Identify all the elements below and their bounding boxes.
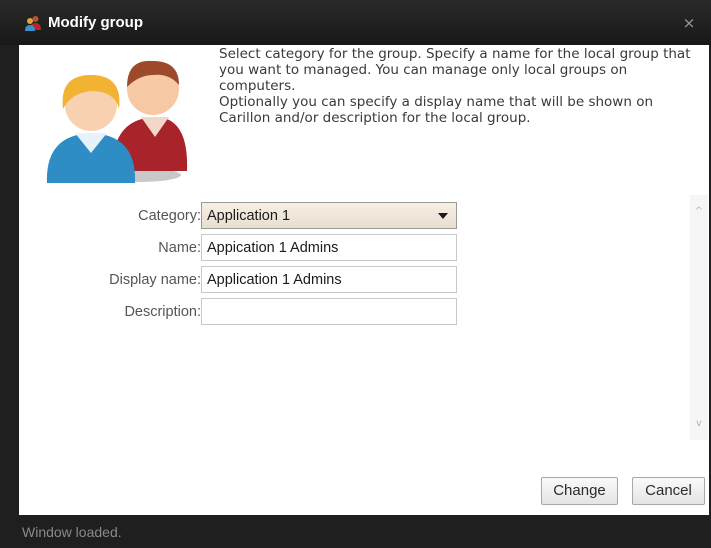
status-text: Window loaded. bbox=[22, 524, 122, 540]
scroll-up-icon[interactable]: ^ bbox=[690, 203, 708, 221]
status-bar: Window loaded. bbox=[0, 515, 711, 548]
description-label: Description: bbox=[124, 304, 201, 320]
description-row: Description: bbox=[19, 298, 479, 326]
name-row: Name: Appication 1 Admins bbox=[19, 234, 479, 262]
users-icon bbox=[25, 16, 41, 31]
name-label: Name: bbox=[158, 240, 201, 256]
name-field[interactable]: Appication 1 Admins bbox=[201, 234, 457, 261]
instructions-text: Select category for the group. Specify a… bbox=[219, 46, 707, 126]
display-name-label: Display name: bbox=[109, 272, 201, 288]
category-select[interactable]: Application 1 bbox=[201, 202, 457, 229]
cancel-button[interactable]: Cancel bbox=[632, 477, 705, 505]
group-users-icon bbox=[46, 60, 188, 183]
category-row: Category: Application 1 bbox=[19, 202, 479, 230]
display-name-row: Display name: Application 1 Admins bbox=[19, 266, 479, 294]
instructions-paragraph-2: Optionally you can specify a display nam… bbox=[219, 94, 654, 126]
change-button[interactable]: Change bbox=[541, 477, 618, 505]
category-label: Category: bbox=[138, 208, 201, 224]
dialog-body: Select category for the group. Specify a… bbox=[19, 45, 709, 515]
window-title: Modify group bbox=[48, 14, 143, 31]
modify-group-window: Modify group × Select category for the g… bbox=[0, 0, 711, 548]
instructions-paragraph-1: Select category for the group. Specify a… bbox=[219, 46, 691, 94]
vertical-scrollbar[interactable]: ^ v bbox=[690, 195, 708, 440]
title-bar[interactable]: Modify group × bbox=[0, 0, 711, 45]
display-name-field[interactable]: Application 1 Admins bbox=[201, 266, 457, 293]
close-icon: × bbox=[682, 14, 696, 32]
scroll-down-icon[interactable]: v bbox=[690, 415, 708, 433]
description-field[interactable] bbox=[201, 298, 457, 325]
category-value: Application 1 bbox=[207, 208, 291, 224]
close-button[interactable]: × bbox=[678, 12, 700, 34]
chevron-down-icon bbox=[438, 213, 448, 219]
